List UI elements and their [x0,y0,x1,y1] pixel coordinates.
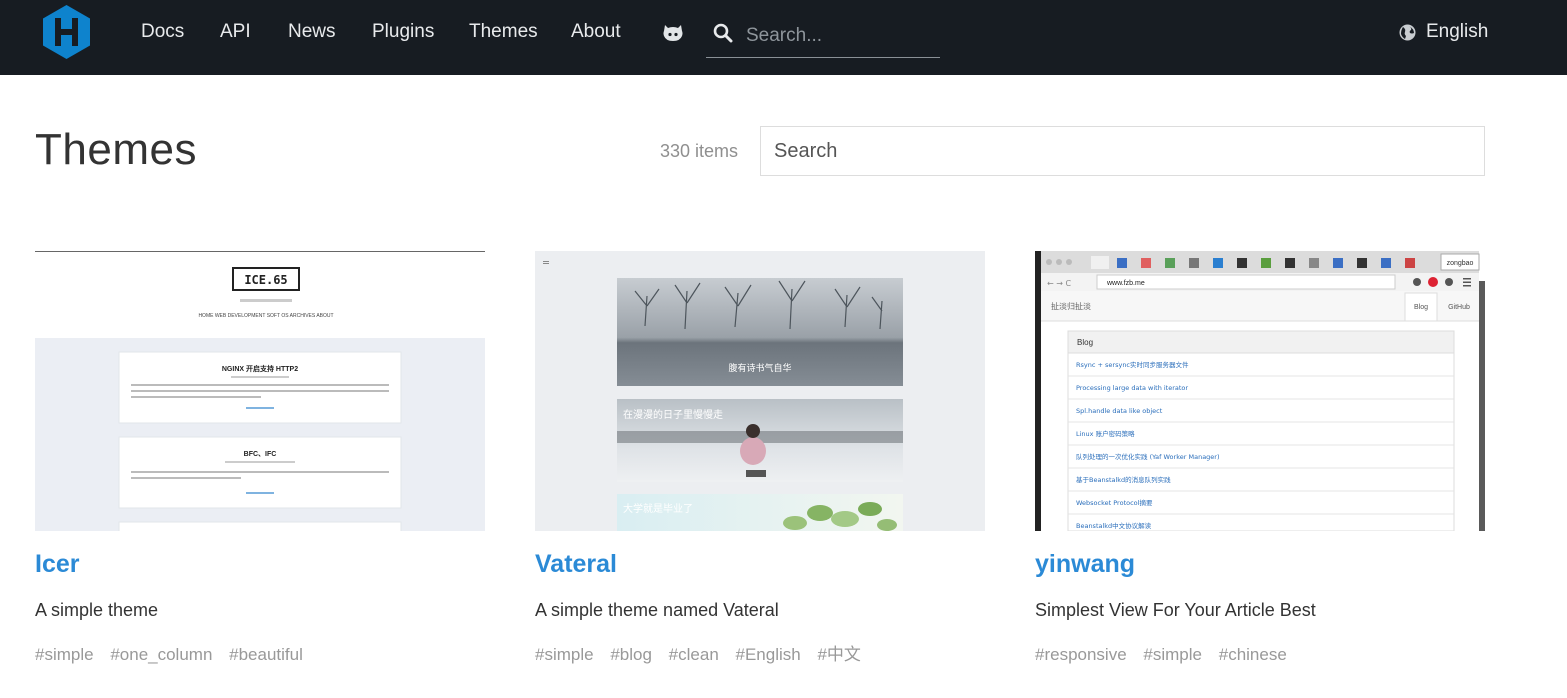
tag-link[interactable]: #simple [35,645,94,664]
theme-title-yinwang[interactable]: yinwang [1035,549,1135,579]
tag-link[interactable]: #simple [1143,645,1202,664]
nav-docs[interactable]: Docs [141,20,184,44]
tag-link[interactable]: #beautiful [229,645,303,664]
icer-post-title-2: BFC、IFC [244,451,277,458]
search-icon [713,23,733,43]
yinwang-list-header: Blog [1077,338,1093,347]
yinwang-nav-github: GitHub [1448,304,1470,311]
browser-user-label: zongbao [1447,260,1474,267]
yinwang-screenshot: zongbao ← → C www.fzb.me 扯淡归扯淡 Blog GitH… [1035,251,1485,531]
yinwang-list-item: Processing large data with iterator [1076,384,1188,392]
nav-themes[interactable]: Themes [469,20,538,44]
tag-link[interactable]: #simple [535,645,594,664]
theme-tags-icer: #simple #one_column #beautiful [35,644,315,666]
svg-text:← → C: ← → C [1047,279,1071,288]
yinwang-list-item: Rsync + sersync实时同步服务器文件 [1076,360,1189,369]
yinwang-nav-blog: Blog [1414,304,1428,311]
yinwang-list-item: Spl.handle data like object [1076,407,1163,415]
language-label: English [1426,21,1489,42]
theme-card-vateral: 腹有诗书气自华 在漫漫的日子里慢慢走 大学就是毕业了 Vateral A sim… [535,251,985,681]
site-search [706,16,940,58]
vateral-banner-2: 在漫漫的日子里慢慢走 [623,408,723,421]
top-navbar: Docs API News Plugins Themes About Engli… [0,0,1567,75]
vateral-banner-3: 大学就是毕业了 [623,502,693,515]
vateral-banner-1: 腹有诗书气自华 [728,362,791,374]
icer-menu-text: HOME WEB DEVELOPMENT SOFT OS ARCHIVES AB… [198,313,333,319]
icer-post-title-1: NGINX 开启支持 HTTP2 [222,364,298,373]
tag-link[interactable]: #English [736,645,801,664]
theme-preview-vateral[interactable]: 腹有诗书气自华 在漫漫的日子里慢慢走 大学就是毕业了 [535,251,985,531]
hexo-logo[interactable] [40,3,93,61]
icer-screenshot: ICE.65 HOME WEB DEVELOPMENT SOFT OS ARCH… [35,251,485,531]
tag-link[interactable]: #clean [669,645,719,664]
nav-plugins[interactable]: Plugins [372,20,434,44]
yinwang-list-item: Beanstalkd中文协议解读 [1076,521,1152,530]
site-search-input[interactable] [746,22,936,50]
page-title: Themes [35,125,197,174]
tag-link[interactable]: #chinese [1219,645,1287,664]
theme-search-input[interactable] [760,126,1485,176]
theme-description-icer: A simple theme [35,600,159,620]
globe-icon [1399,24,1416,41]
nav-about[interactable]: About [571,20,621,44]
nav-api[interactable]: API [220,20,251,44]
theme-card-icer: ICE.65 HOME WEB DEVELOPMENT SOFT OS ARCH… [35,251,485,681]
icer-logo-text: ICE.65 [244,273,287,287]
theme-preview-icer[interactable]: ICE.65 HOME WEB DEVELOPMENT SOFT OS ARCH… [35,251,485,531]
yinwang-list-item: 基于Beanstalkd的消息队列实践 [1076,475,1171,484]
tag-link[interactable]: #responsive [1035,645,1127,664]
tag-link[interactable]: #中文 [817,645,860,664]
nav-news[interactable]: News [288,20,336,44]
theme-title-icer[interactable]: Icer [35,549,79,579]
theme-title-vateral[interactable]: Vateral [535,549,617,579]
theme-preview-yinwang[interactable]: zongbao ← → C www.fzb.me 扯淡归扯淡 Blog GitH… [1035,251,1485,531]
browser-url: www.fzb.me [1106,280,1145,287]
yinwang-list-item: Linux 账户密码策略 [1076,429,1135,438]
yinwang-list-item: 队列处理的一次优化实践 (Yaf Worker Manager) [1076,452,1220,461]
yinwang-list-item: Websocket Protocol摘要 [1076,498,1153,507]
theme-card-yinwang: zongbao ← → C www.fzb.me 扯淡归扯淡 Blog GitH… [1035,251,1485,681]
theme-tags-vateral: #simple #blog #clean #English #中文 [535,644,873,666]
yinwang-site-title: 扯淡归扯淡 [1051,301,1091,311]
theme-description-vateral: A simple theme named Vateral [535,600,779,620]
github-icon[interactable] [662,22,684,42]
theme-count: 330 items [660,141,739,161]
theme-description-yinwang: Simplest View For Your Article Best [1035,600,1316,620]
tag-link[interactable]: #blog [610,645,652,664]
vateral-screenshot: 腹有诗书气自华 在漫漫的日子里慢慢走 大学就是毕业了 [535,251,985,531]
theme-tags-yinwang: #responsive #simple #chinese [1035,644,1299,666]
tag-link[interactable]: #one_column [110,645,212,664]
